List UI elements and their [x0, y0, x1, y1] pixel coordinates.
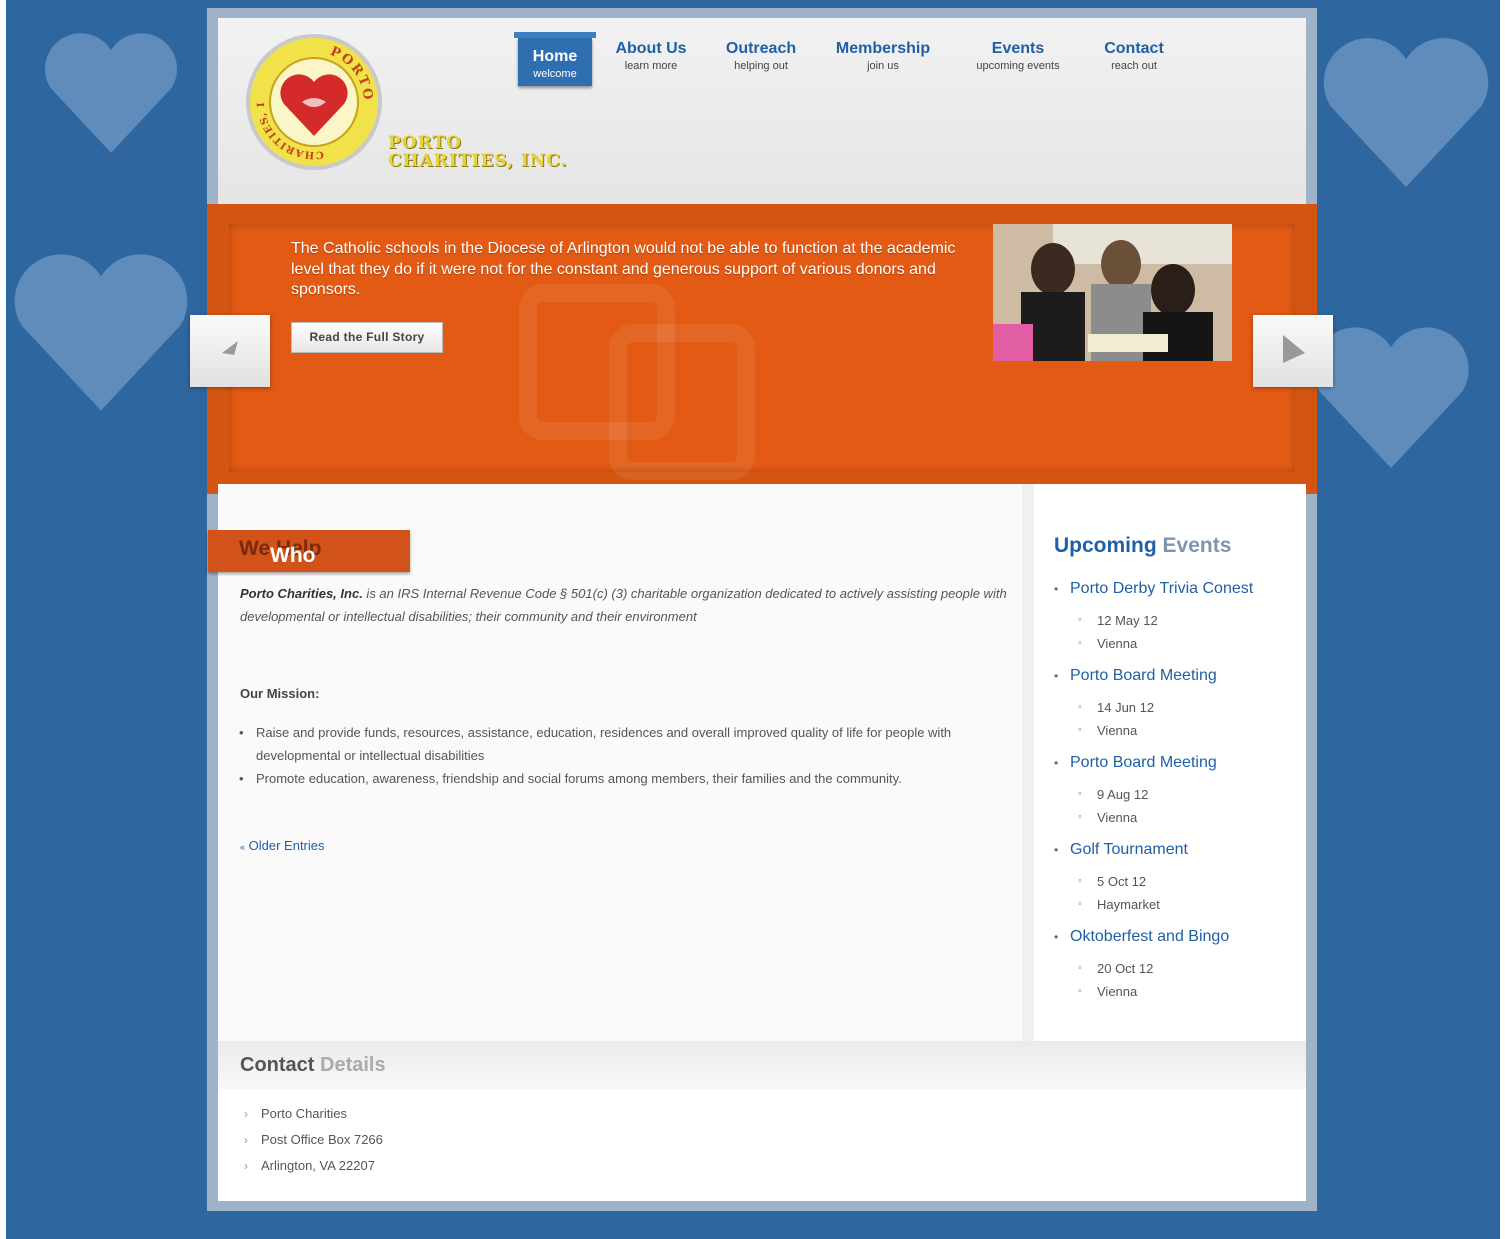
- hands-heart-pattern-icon: [1323, 38, 1489, 187]
- heading-word-2: Events: [1162, 534, 1232, 557]
- featured-slider: The Catholic schools in the Diocese of A…: [207, 204, 1317, 494]
- event-link[interactable]: Golf Tournament: [1054, 841, 1294, 859]
- older-entries-link[interactable]: « Older Entries: [240, 838, 325, 853]
- heading-word-2: Details: [320, 1054, 386, 1076]
- event-date: 9 Aug 12: [1054, 783, 1294, 806]
- slide-text: The Catholic schools in the Diocese of A…: [291, 240, 956, 298]
- slide-photo[interactable]: [993, 224, 1232, 361]
- nav-home-label: Home: [532, 48, 578, 65]
- event-date: 20 Oct 12: [1054, 957, 1294, 980]
- mission-label: Our Mission:: [240, 686, 320, 701]
- upcoming-events-sidebar: Upcoming Events Porto Derby Trivia Cones…: [1034, 484, 1306, 1041]
- nav-outreach-label: Outreach: [725, 40, 797, 57]
- event-location: Haymarket: [1054, 893, 1294, 916]
- mission-item: Promote education, awareness, friendship…: [239, 767, 1006, 790]
- event-item: Porto Board Meeting 9 Aug 12 Vienna: [1054, 754, 1294, 829]
- hands-heart-pattern-icon: [44, 33, 178, 153]
- nav-about-sub: learn more: [624, 60, 678, 72]
- older-entries-label: Older Entries: [248, 838, 325, 853]
- nav-outreach[interactable]: Outreach helping out: [718, 40, 804, 72]
- contact-details-section: Contact Details Porto Charities Post Off…: [218, 1041, 1306, 1201]
- heading-word-1: Who: [270, 544, 316, 567]
- nav-events-sub: upcoming events: [976, 60, 1060, 72]
- events-list: Porto Derby Trivia Conest 12 May 12 Vien…: [1054, 580, 1294, 1015]
- nav-about-us[interactable]: About Us learn more: [611, 40, 691, 72]
- nav-contact-sub: reach out: [1111, 60, 1157, 72]
- mission-item: Raise and provide funds, resources, assi…: [239, 721, 1006, 767]
- event-location: Vienna: [1054, 632, 1294, 655]
- column-divider: [1022, 484, 1034, 1041]
- nav-home-sub: welcome: [533, 68, 577, 80]
- contact-line: Post Office Box 7266: [244, 1127, 383, 1153]
- contact-details-heading: Contact Details: [240, 1054, 386, 1077]
- nav-membership-sub: join us: [867, 60, 899, 72]
- event-location: Vienna: [1054, 806, 1294, 829]
- nav-events-label: Events: [991, 40, 1045, 57]
- upcoming-events-heading: Upcoming Events: [1054, 534, 1231, 558]
- nav-membership-label: Membership: [835, 40, 931, 57]
- event-item: Oktoberfest and Bingo 20 Oct 12 Vienna: [1054, 928, 1294, 1003]
- heading-word-1: Upcoming: [1054, 534, 1157, 557]
- who-we-help-section: Who We Help Porto Charities, Inc. is an …: [208, 484, 1022, 1041]
- contact-heading-band: Contact Details: [218, 1041, 1306, 1089]
- event-link[interactable]: Oktoberfest and Bingo: [1054, 928, 1294, 946]
- event-item: Golf Tournament 5 Oct 12 Haymarket: [1054, 841, 1294, 916]
- nav-home[interactable]: Home welcome: [514, 32, 596, 86]
- nav-events[interactable]: Events upcoming events: [963, 40, 1073, 72]
- event-date: 14 Jun 12: [1054, 696, 1294, 719]
- hands-heart-pattern-icon: [14, 254, 188, 411]
- event-date: 12 May 12: [1054, 609, 1294, 632]
- contact-line: Porto Charities: [244, 1101, 383, 1127]
- brand-line-1: PORTO: [388, 133, 462, 153]
- contact-line: Arlington, VA 22207: [244, 1153, 383, 1179]
- main-content: Who We Help Porto Charities, Inc. is an …: [208, 484, 1306, 1041]
- heading-text: Who We Help: [239, 537, 321, 567]
- nav-outreach-sub: helping out: [734, 60, 788, 72]
- event-location: Vienna: [1054, 980, 1294, 1003]
- nav-contact[interactable]: Contact reach out: [1094, 40, 1174, 72]
- nav-contact-label: Contact: [1104, 40, 1164, 57]
- mission-list: Raise and provide funds, resources, assi…: [239, 721, 1006, 790]
- event-link[interactable]: Porto Board Meeting: [1054, 754, 1294, 772]
- event-location: Vienna: [1054, 719, 1294, 742]
- event-item: Porto Derby Trivia Conest 12 May 12 Vien…: [1054, 580, 1294, 655]
- nav-membership[interactable]: Membership join us: [831, 40, 935, 72]
- prev-arrow-icon: [222, 341, 238, 355]
- nav-about-label: About Us: [615, 40, 687, 57]
- event-link[interactable]: Porto Derby Trivia Conest: [1054, 580, 1294, 598]
- site-header: PORTO CHARITIES, INC. PORTO CHARITIES, I…: [218, 18, 1306, 204]
- page-frame: PORTO CHARITIES, INC. PORTO CHARITIES, I…: [207, 8, 1317, 1211]
- read-full-story-button[interactable]: Read the Full Story: [291, 322, 443, 353]
- intro-paragraph: Porto Charities, Inc. is an IRS Internal…: [240, 582, 1010, 628]
- event-link[interactable]: Porto Board Meeting: [1054, 667, 1294, 685]
- event-date: 5 Oct 12: [1054, 870, 1294, 893]
- porto-charities-logo[interactable]: PORTO CHARITIES, INC.: [244, 32, 384, 172]
- double-chevron-left-icon: «: [240, 842, 246, 852]
- slide: The Catholic schools in the Diocese of A…: [229, 224, 1295, 480]
- org-name: Porto Charities, Inc.: [240, 586, 363, 601]
- slide-decor: [609, 324, 755, 480]
- brand-name[interactable]: PORTO CHARITIES, INC.: [388, 134, 568, 170]
- who-we-help-heading: Who We Help: [208, 530, 410, 572]
- brand-line-2: CHARITIES, INC.: [388, 151, 568, 171]
- heading-word-1: Contact: [240, 1054, 315, 1076]
- slider-next-button[interactable]: [1253, 315, 1333, 387]
- event-item: Porto Board Meeting 14 Jun 12 Vienna: [1054, 667, 1294, 742]
- next-arrow-icon: [1283, 335, 1305, 363]
- slider-prev-button[interactable]: [190, 315, 270, 387]
- contact-list: Porto Charities Post Office Box 7266 Arl…: [244, 1101, 383, 1179]
- page-inner: PORTO CHARITIES, INC. PORTO CHARITIES, I…: [207, 18, 1317, 1201]
